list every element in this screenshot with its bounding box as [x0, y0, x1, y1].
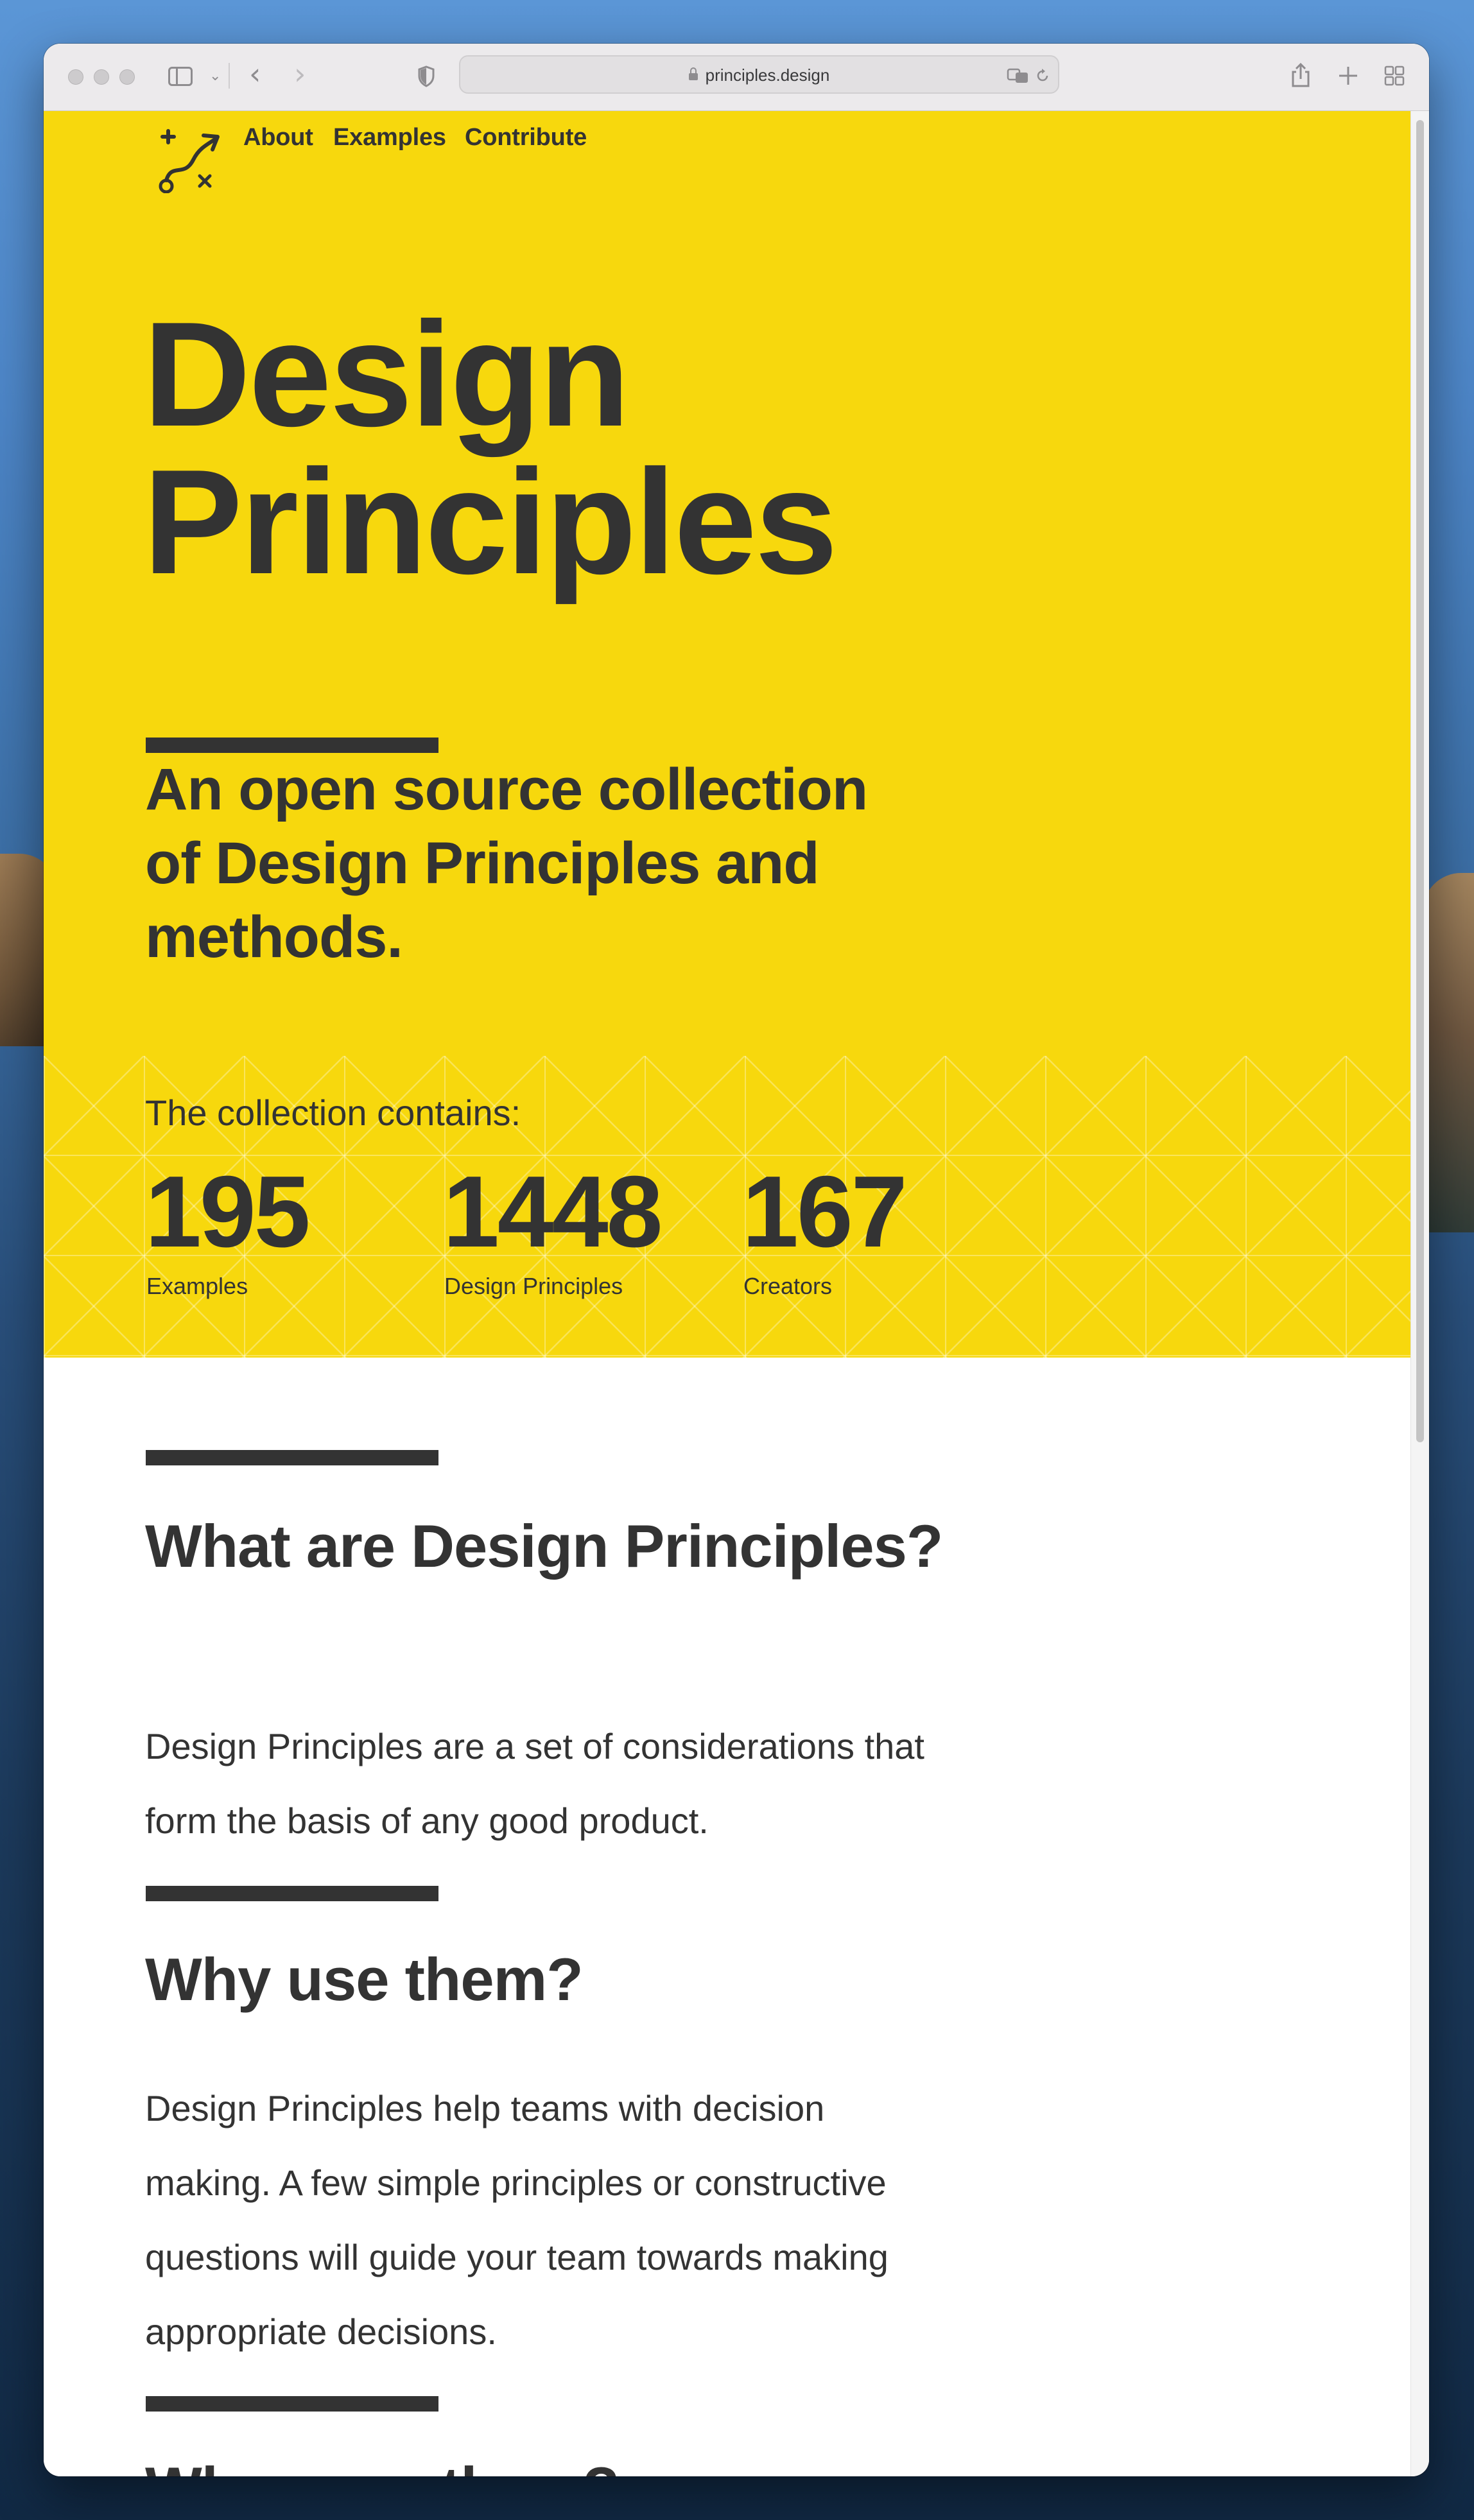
close-window-button[interactable] — [68, 69, 83, 85]
tab-grid-icon[interactable] — [1384, 65, 1405, 86]
chevron-right-icon[interactable]: › — [294, 59, 306, 89]
browser-toolbar: ⌄ ‹ › principles.design — [44, 44, 1429, 112]
minimize-window-button[interactable] — [94, 69, 109, 85]
url-text: principles.design — [705, 65, 830, 85]
sidebar-icon[interactable] — [168, 67, 193, 86]
stat-creators-count: 167 — [742, 1155, 908, 1268]
reload-icon[interactable] — [1035, 67, 1050, 84]
page-title: Design Principles — [143, 300, 838, 597]
scrollbar-thumb[interactable] — [1416, 120, 1424, 1442]
section-divider — [146, 2396, 438, 2412]
chevron-left-icon[interactable]: ‹ — [249, 59, 261, 89]
plus-icon[interactable] — [1338, 65, 1358, 86]
section-body-what: Design Principles are a set of considera… — [145, 1726, 924, 1841]
translate-icon[interactable] — [1007, 67, 1030, 84]
nav-link-examples[interactable]: Examples — [333, 124, 446, 151]
section-body-why: Design Principles help teams with decisi… — [145, 2088, 889, 2352]
section-divider — [146, 1450, 438, 1465]
nav-link-about[interactable]: About — [243, 124, 313, 151]
hero-section: About Examples Contribute Design Princip… — [44, 111, 1411, 1056]
section-heading-what: What are Design Principles? — [145, 1512, 943, 1580]
page-content: About Examples Contribute Design Princip… — [44, 111, 1411, 2476]
desktop-wallpaper-cliff-right — [1423, 873, 1474, 1232]
page-scrollbar[interactable] — [1410, 111, 1429, 2476]
section-heading-why: Why use them? — [145, 1946, 584, 2013]
stat-examples-count: 195 — [145, 1155, 311, 1268]
page-title-line-1: Design — [143, 291, 630, 458]
zoom-window-button[interactable] — [119, 69, 135, 85]
privacy-shield-icon[interactable] — [417, 65, 435, 87]
section-divider — [146, 1886, 438, 1901]
stat-examples-label: Examples — [146, 1273, 248, 1299]
lock-icon — [688, 67, 698, 80]
address-bar[interactable]: principles.design — [459, 55, 1059, 94]
stats-intro: The collection contains: — [145, 1092, 521, 1133]
toolbar-divider — [229, 63, 230, 89]
page-title-line-2: Principles — [143, 439, 838, 605]
hero-tagline: An open source collection of Design Prin… — [145, 757, 868, 970]
stat-principles-label: Design Principles — [444, 1273, 623, 1299]
stat-creators-label: Creators — [743, 1273, 833, 1299]
stat-principles-count: 1448 — [443, 1155, 663, 1268]
section-heading-who: Who uses them? — [145, 2451, 980, 2476]
browser-window: ⌄ ‹ › principles.design About Examples C… — [44, 44, 1429, 2476]
nav-link-contribute[interactable]: Contribute — [465, 124, 587, 151]
chevron-down-icon[interactable]: ⌄ — [209, 69, 221, 83]
share-icon[interactable] — [1290, 62, 1311, 89]
route-arrow-logo-icon[interactable] — [156, 123, 227, 193]
hero-divider — [146, 738, 438, 753]
